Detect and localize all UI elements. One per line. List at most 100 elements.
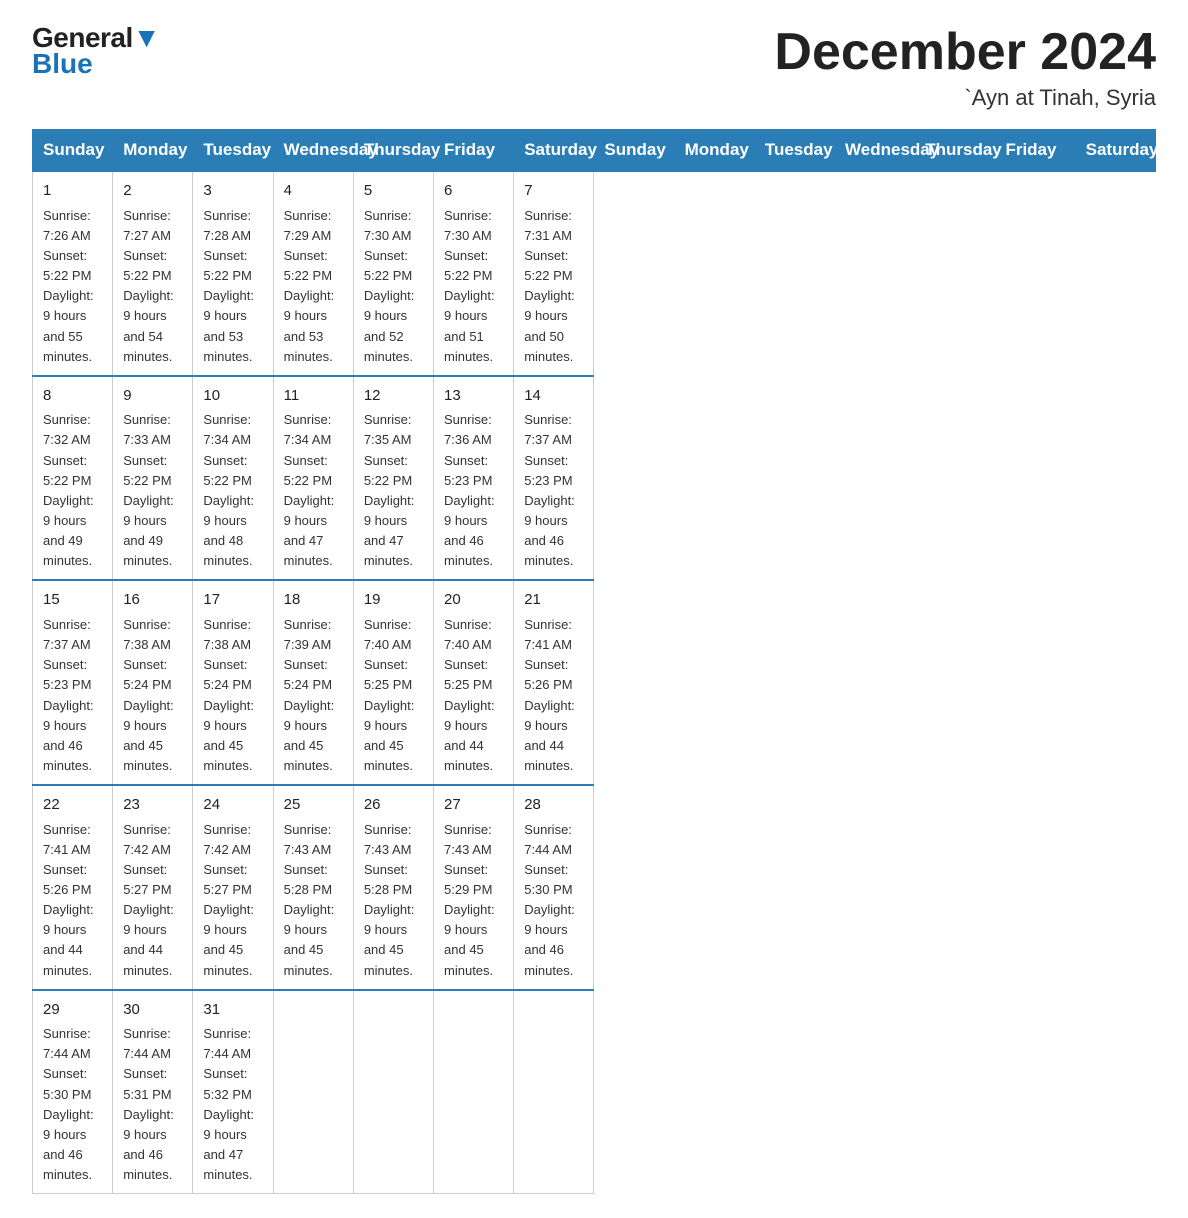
day-number: 4 (284, 180, 343, 203)
calendar-day-12: 12Sunrise: 7:35 AMSunset: 5:22 PMDayligh… (353, 376, 433, 581)
calendar-day-14: 14Sunrise: 7:37 AMSunset: 5:23 PMDayligh… (514, 376, 594, 581)
calendar-week-1: 1Sunrise: 7:26 AMSunset: 5:22 PMDaylight… (33, 171, 1156, 376)
day-info: Sunrise: 7:44 AMSunset: 5:32 PMDaylight:… (203, 1024, 262, 1185)
logo-triangle-icon: ▼ (133, 22, 160, 53)
day-info: Sunrise: 7:43 AMSunset: 5:28 PMDaylight:… (364, 820, 423, 981)
calendar-day-24: 24Sunrise: 7:42 AMSunset: 5:27 PMDayligh… (193, 785, 273, 990)
calendar-table: SundayMondayTuesdayWednesdayThursdayFrid… (32, 129, 1156, 1194)
day-number: 1 (43, 180, 102, 203)
day-number: 21 (524, 589, 583, 612)
calendar-day-11: 11Sunrise: 7:34 AMSunset: 5:22 PMDayligh… (273, 376, 353, 581)
day-number: 28 (524, 794, 583, 817)
calendar-day-3: 3Sunrise: 7:28 AMSunset: 5:22 PMDaylight… (193, 171, 273, 376)
day-number: 5 (364, 180, 423, 203)
day-number: 31 (203, 999, 262, 1022)
day-number: 9 (123, 385, 182, 408)
day-info: Sunrise: 7:28 AMSunset: 5:22 PMDaylight:… (203, 206, 262, 367)
day-number: 12 (364, 385, 423, 408)
calendar-day-20: 20 Sunrise: 7:40 AMSunset: 5:25 PMDayligh… (434, 580, 514, 785)
calendar-week-2: 8Sunrise: 7:32 AMSunset: 5:22 PMDaylight… (33, 376, 1156, 581)
calendar-day-8: 8Sunrise: 7:32 AMSunset: 5:22 PMDaylight… (33, 376, 113, 581)
calendar-day-18: 18 Sunrise: 7:39 AMSunset: 5:24 PMDayligh… (273, 580, 353, 785)
day-info: Sunrise: 7:43 AMSunset: 5:28 PMDaylight:… (284, 820, 343, 981)
day-info: Sunrise: 7:29 AMSunset: 5:22 PMDaylight:… (284, 206, 343, 367)
header-thursday: Thursday (353, 130, 433, 172)
day-number: 18 (284, 589, 343, 612)
day-info: Sunrise: 7:40 AMSunset: 5:25 PMDaylight:… (444, 615, 503, 776)
calendar-day-7: 7 Sunrise: 7:31 AMSunset: 5:22 PMDaylight… (514, 171, 594, 376)
day-number: 27 (444, 794, 503, 817)
calendar-week-4: 22 Sunrise: 7:41 AMSunset: 5:26 PMDayligh… (33, 785, 1156, 990)
day-info: Sunrise: 7:38 AMSunset: 5:24 PMDaylight:… (123, 615, 182, 776)
day-number: 10 (203, 385, 262, 408)
calendar-day-10: 10Sunrise: 7:34 AMSunset: 5:22 PMDayligh… (193, 376, 273, 581)
calendar-day-6: 6Sunrise: 7:30 AMSunset: 5:22 PMDaylight… (434, 171, 514, 376)
calendar-day-22: 22 Sunrise: 7:41 AMSunset: 5:26 PMDayligh… (33, 785, 113, 990)
logo: General▼ Blue (32, 24, 160, 78)
day-info: Sunrise: 7:37 AMSunset: 5:23 PMDaylight:… (524, 410, 583, 571)
calendar-day-29: 29Sunrise: 7:44 AMSunset: 5:30 PMDayligh… (33, 990, 113, 1194)
header-monday: Monday (674, 130, 754, 172)
day-info: Sunrise: 7:41 AMSunset: 5:26 PMDaylight:… (524, 615, 583, 776)
calendar-day-23: 23Sunrise: 7:42 AMSunset: 5:27 PMDayligh… (113, 785, 193, 990)
calendar-day-17: 17 Sunrise: 7:38 AMSunset: 5:24 PMDayligh… (193, 580, 273, 785)
day-info: Sunrise: 7:40 AMSunset: 5:25 PMDaylight:… (364, 615, 423, 776)
calendar-day-26: 26Sunrise: 7:43 AMSunset: 5:28 PMDayligh… (353, 785, 433, 990)
day-info: Sunrise: 7:44 AMSunset: 5:30 PMDaylight:… (524, 820, 583, 981)
day-number: 30 (123, 999, 182, 1022)
month-title: December 2024 (774, 24, 1156, 81)
day-info: Sunrise: 7:32 AMSunset: 5:22 PMDaylight:… (43, 410, 102, 571)
calendar-week-3: 15Sunrise: 7:37 AMSunset: 5:23 PMDayligh… (33, 580, 1156, 785)
day-number: 25 (284, 794, 343, 817)
day-number: 17 (203, 589, 262, 612)
calendar-day-empty (273, 990, 353, 1194)
header-saturday: Saturday (1075, 130, 1155, 172)
day-info: Sunrise: 7:34 AMSunset: 5:22 PMDaylight:… (284, 410, 343, 571)
calendar-day-5: 5Sunrise: 7:30 AMSunset: 5:22 PMDaylight… (353, 171, 433, 376)
header-sunday: Sunday (594, 130, 674, 172)
title-block: December 2024 `Ayn at Tinah, Syria (774, 24, 1156, 111)
day-number: 23 (123, 794, 182, 817)
header-wednesday: Wednesday (273, 130, 353, 172)
logo-blue-text: Blue (32, 50, 93, 78)
calendar-day-27: 27 Sunrise: 7:43 AMSunset: 5:29 PMDayligh… (434, 785, 514, 990)
header-sunday: Sunday (33, 130, 113, 172)
day-number: 13 (444, 385, 503, 408)
day-info: Sunrise: 7:38 AMSunset: 5:24 PMDaylight:… (203, 615, 262, 776)
day-info: Sunrise: 7:27 AMSunset: 5:22 PMDaylight:… (123, 206, 182, 367)
day-number: 14 (524, 385, 583, 408)
day-info: Sunrise: 7:31 AMSunset: 5:22 PMDaylight:… (524, 206, 583, 367)
day-info: Sunrise: 7:44 AMSunset: 5:31 PMDaylight:… (123, 1024, 182, 1185)
day-info: Sunrise: 7:34 AMSunset: 5:22 PMDaylight:… (203, 410, 262, 571)
calendar-day-4: 4 Sunrise: 7:29 AMSunset: 5:22 PMDaylight… (273, 171, 353, 376)
day-info: Sunrise: 7:30 AMSunset: 5:22 PMDaylight:… (444, 206, 503, 367)
day-number: 7 (524, 180, 583, 203)
calendar-day-21: 21 Sunrise: 7:41 AMSunset: 5:26 PMDayligh… (514, 580, 594, 785)
calendar-day-15: 15Sunrise: 7:37 AMSunset: 5:23 PMDayligh… (33, 580, 113, 785)
header-saturday: Saturday (514, 130, 594, 172)
calendar-day-28: 28 Sunrise: 7:44 AMSunset: 5:30 PMDayligh… (514, 785, 594, 990)
day-number: 11 (284, 385, 343, 408)
page-header: General▼ Blue December 2024 `Ayn at Tina… (32, 24, 1156, 111)
day-info: Sunrise: 7:35 AMSunset: 5:22 PMDaylight:… (364, 410, 423, 571)
calendar-day-25: 25 Sunrise: 7:43 AMSunset: 5:28 PMDayligh… (273, 785, 353, 990)
header-tuesday: Tuesday (193, 130, 273, 172)
day-number: 16 (123, 589, 182, 612)
day-number: 22 (43, 794, 102, 817)
calendar-day-empty (434, 990, 514, 1194)
day-number: 20 (444, 589, 503, 612)
day-info: Sunrise: 7:39 AMSunset: 5:24 PMDaylight:… (284, 615, 343, 776)
calendar-day-31: 31Sunrise: 7:44 AMSunset: 5:32 PMDayligh… (193, 990, 273, 1194)
day-info: Sunrise: 7:43 AMSunset: 5:29 PMDaylight:… (444, 820, 503, 981)
header-friday: Friday (995, 130, 1075, 172)
calendar-day-2: 2Sunrise: 7:27 AMSunset: 5:22 PMDaylight… (113, 171, 193, 376)
day-info: Sunrise: 7:41 AMSunset: 5:26 PMDaylight:… (43, 820, 102, 981)
location-title: `Ayn at Tinah, Syria (774, 85, 1156, 111)
header-thursday: Thursday (915, 130, 995, 172)
calendar-day-empty (353, 990, 433, 1194)
day-number: 24 (203, 794, 262, 817)
calendar-day-13: 13Sunrise: 7:36 AMSunset: 5:23 PMDayligh… (434, 376, 514, 581)
calendar-day-19: 19 Sunrise: 7:40 AMSunset: 5:25 PMDayligh… (353, 580, 433, 785)
day-number: 29 (43, 999, 102, 1022)
day-number: 19 (364, 589, 423, 612)
